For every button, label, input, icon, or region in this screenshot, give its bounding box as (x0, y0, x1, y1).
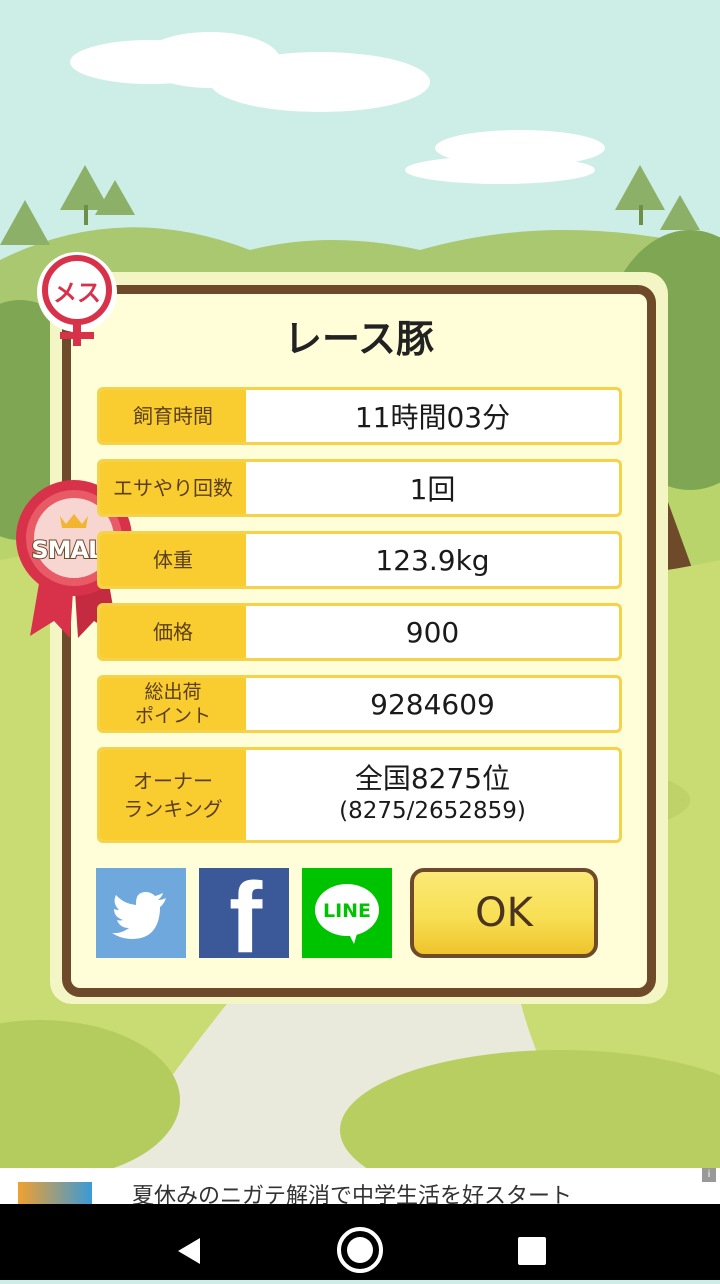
dialog-title: レース豚 (283, 317, 435, 361)
line-share-button[interactable]: LINE (302, 868, 392, 958)
info-row-owner-ranking: オーナー ランキング 全国8275位 (8275/2652859) (97, 747, 622, 843)
info-row-feed-count: エサやり回数 1回 (97, 459, 622, 517)
row-value: 123.9kg (375, 543, 490, 577)
row-label: オーナー ランキング (100, 750, 246, 840)
ok-button[interactable]: OK (410, 868, 598, 958)
info-row-price: 価格 900 (97, 603, 622, 661)
facebook-share-button[interactable]: f (199, 868, 289, 958)
info-row-breeding-time: 飼育時間 11時間03分 (97, 387, 622, 445)
facebook-glyph: f (229, 868, 263, 958)
ranking-value: 全国8275位 (8275/2652859) (246, 750, 619, 840)
row-label: 価格 (100, 606, 246, 658)
twitter-icon (112, 892, 166, 939)
info-row-shipping-points: 総出荷 ポイント 9284609 (97, 675, 622, 733)
recents-icon[interactable] (518, 1237, 546, 1265)
row-value: 9284609 (370, 687, 495, 721)
row-label: 体重 (100, 534, 246, 586)
row-label: 飼育時間 (100, 390, 246, 442)
gender-badge-text: メス (53, 279, 101, 307)
ad-thumbnail (18, 1182, 92, 1204)
row-label: エサやり回数 (100, 462, 246, 514)
ranking-detail: (8275/2652859) (339, 798, 526, 824)
row-value: 900 (405, 615, 460, 649)
ad-text: 夏休みのニガテ解消で中学生活を好スタート (132, 1184, 573, 1204)
ad-banner[interactable]: 夏休みのニガテ解消で中学生活を好スタート i (0, 1168, 720, 1204)
female-icon: メス (34, 252, 120, 348)
system-navigation-bar (0, 1204, 720, 1280)
line-label: LINE (322, 900, 372, 922)
info-row-weight: 体重 123.9kg (97, 531, 622, 589)
back-icon[interactable] (178, 1238, 200, 1264)
row-value: 11時間03分 (354, 401, 511, 434)
ok-label: OK (475, 890, 533, 936)
twitter-share-button[interactable] (96, 868, 186, 958)
ad-info-icon[interactable]: i (702, 1168, 716, 1182)
row-label: 総出荷 ポイント (100, 678, 246, 730)
home-icon[interactable] (337, 1227, 383, 1273)
ranking-position: 全国8275位 (354, 762, 511, 795)
facebook-icon: f (199, 868, 289, 958)
row-value: 1回 (409, 473, 456, 506)
